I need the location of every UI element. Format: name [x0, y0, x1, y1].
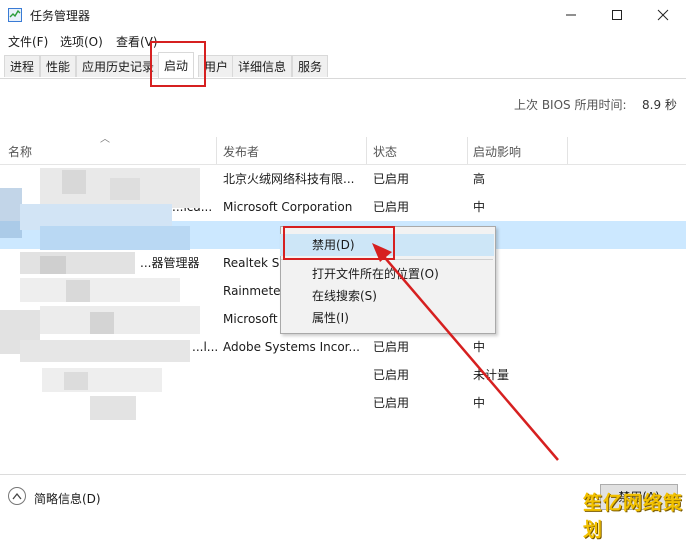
collapse-button[interactable]	[8, 487, 26, 505]
annotation-arrow-icon	[372, 243, 559, 461]
brief-info-link[interactable]: 简略信息(D)	[34, 490, 101, 507]
watermark: 笙亿网络策划	[583, 492, 684, 541]
chevron-up-icon	[12, 492, 22, 500]
